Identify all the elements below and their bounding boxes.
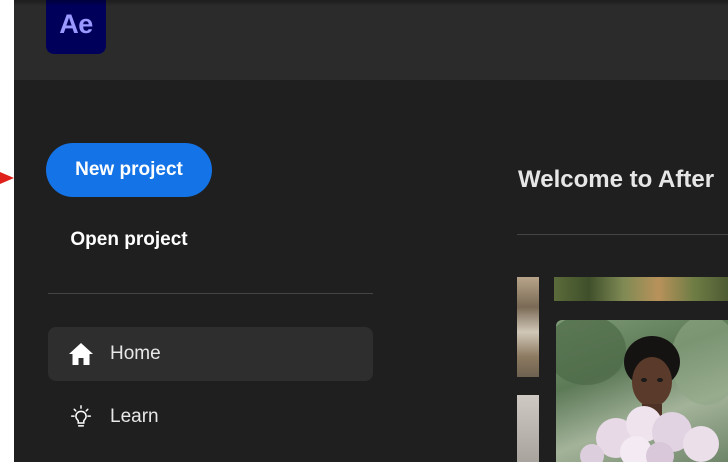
home-icon: [68, 341, 94, 367]
app-window: Ae New project Open project Home Learn W…: [14, 0, 728, 462]
sidebar-item-label: Learn: [110, 406, 159, 427]
sidebar-item-learn[interactable]: Learn: [48, 390, 373, 444]
featured-photo[interactable]: [556, 320, 728, 462]
main-divider: [517, 234, 728, 235]
sidebar-divider: [48, 293, 373, 294]
sidebar-item-home[interactable]: Home: [48, 327, 373, 381]
top-shadow: [14, 0, 728, 6]
open-project-button[interactable]: Open project: [46, 220, 212, 260]
thumbnail-left-top[interactable]: [517, 277, 539, 377]
lightbulb-icon: [68, 404, 94, 430]
pointer-arrow-icon: [0, 170, 16, 186]
after-effects-logo: Ae: [46, 0, 106, 54]
sidebar-item-label: Home: [110, 343, 161, 364]
new-project-button[interactable]: New project: [46, 143, 212, 197]
thumbnail-top[interactable]: [554, 277, 728, 301]
thumbnail-left-bottom[interactable]: [517, 395, 539, 462]
sidebar: New project Open project Home Learn: [14, 80, 394, 462]
welcome-title: Welcome to After: [518, 166, 715, 193]
top-bar: Ae: [14, 0, 728, 80]
